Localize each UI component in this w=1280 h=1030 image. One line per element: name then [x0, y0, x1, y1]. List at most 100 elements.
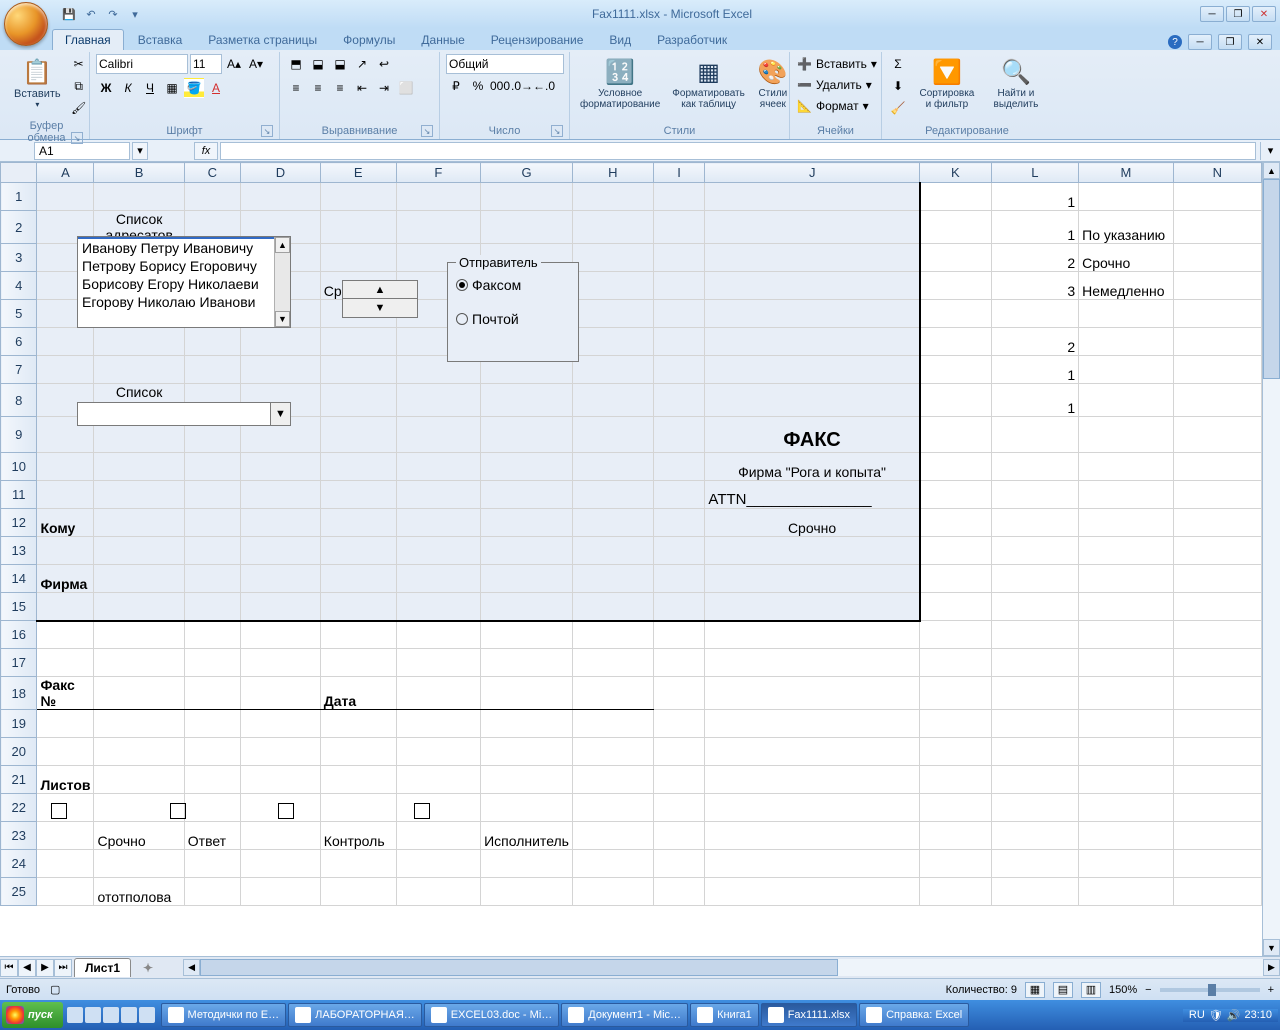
- cell[interactable]: [1173, 565, 1261, 593]
- conditional-formatting-button[interactable]: 🔢Условное форматирование: [576, 54, 664, 112]
- column-header[interactable]: A: [37, 163, 94, 183]
- cell[interactable]: [705, 244, 920, 272]
- cell[interactable]: [920, 850, 991, 878]
- paste-button[interactable]: 📋 Вставить ▾: [10, 54, 65, 111]
- column-header[interactable]: H: [572, 163, 653, 183]
- bold-button[interactable]: Ж: [96, 78, 116, 98]
- cell[interactable]: [653, 677, 705, 710]
- cell[interactable]: [920, 822, 991, 850]
- cell[interactable]: [920, 509, 991, 537]
- cell[interactable]: [1173, 509, 1261, 537]
- cell[interactable]: [991, 766, 1079, 794]
- cell[interactable]: [37, 738, 94, 766]
- cell[interactable]: [705, 565, 920, 593]
- cell[interactable]: [37, 621, 94, 649]
- column-header[interactable]: C: [184, 163, 240, 183]
- cell[interactable]: [184, 794, 240, 822]
- cell[interactable]: [653, 244, 705, 272]
- cell[interactable]: [705, 766, 920, 794]
- column-header[interactable]: F: [396, 163, 480, 183]
- cell[interactable]: [184, 328, 240, 356]
- cell[interactable]: [37, 822, 94, 850]
- cell[interactable]: [653, 621, 705, 649]
- cell[interactable]: [653, 710, 705, 738]
- cell[interactable]: [184, 677, 240, 710]
- cell[interactable]: [705, 211, 920, 244]
- macro-record-icon[interactable]: ▢: [50, 983, 60, 996]
- format-cells-button[interactable]: 📐Формат▾: [796, 96, 870, 116]
- spin-up-button[interactable]: ▲: [343, 281, 417, 299]
- cell[interactable]: [396, 384, 480, 417]
- cell[interactable]: [572, 878, 653, 906]
- column-header[interactable]: M: [1079, 163, 1174, 183]
- tab-insert[interactable]: Вставка: [126, 30, 195, 50]
- cell[interactable]: [705, 272, 920, 300]
- cell[interactable]: [705, 328, 920, 356]
- cell[interactable]: [653, 356, 705, 384]
- row-header[interactable]: 23: [1, 822, 37, 850]
- save-icon[interactable]: 💾: [60, 5, 78, 23]
- last-sheet-button[interactable]: ⏭: [54, 959, 72, 977]
- cell[interactable]: [481, 481, 573, 509]
- currency-button[interactable]: ₽: [446, 76, 466, 96]
- cell[interactable]: [320, 850, 396, 878]
- firm-combobox[interactable]: ▼: [77, 402, 291, 426]
- cell[interactable]: [991, 593, 1079, 621]
- row-header[interactable]: 25: [1, 878, 37, 906]
- name-box-dropdown[interactable]: ▾: [132, 142, 148, 160]
- ql-icon[interactable]: [139, 1007, 155, 1023]
- cell[interactable]: [94, 537, 184, 565]
- cell[interactable]: [991, 481, 1079, 509]
- column-header[interactable]: N: [1173, 163, 1261, 183]
- cell[interactable]: [653, 850, 705, 878]
- row-header[interactable]: 18: [1, 677, 37, 710]
- cell[interactable]: По указанию: [1079, 211, 1174, 244]
- cell[interactable]: [481, 794, 573, 822]
- cell[interactable]: [240, 509, 320, 537]
- cell[interactable]: [94, 677, 184, 710]
- cell[interactable]: [572, 453, 653, 481]
- row-header[interactable]: 12: [1, 509, 37, 537]
- office-button[interactable]: [4, 2, 48, 46]
- tab-page-layout[interactable]: Разметка страницы: [196, 30, 329, 50]
- cell[interactable]: [920, 710, 991, 738]
- cell[interactable]: Контроль: [320, 822, 396, 850]
- cell[interactable]: [572, 710, 653, 738]
- cell[interactable]: [705, 794, 920, 822]
- cell[interactable]: 2: [991, 244, 1079, 272]
- indent-decrease-button[interactable]: ⇤: [352, 78, 372, 98]
- ql-icon[interactable]: [67, 1007, 83, 1023]
- cell[interactable]: [1173, 677, 1261, 710]
- cell[interactable]: [653, 272, 705, 300]
- cell[interactable]: [396, 211, 480, 244]
- cell[interactable]: [653, 649, 705, 677]
- column-header[interactable]: K: [920, 163, 991, 183]
- ql-icon[interactable]: [85, 1007, 101, 1023]
- row-header[interactable]: 14: [1, 565, 37, 593]
- cell[interactable]: [705, 850, 920, 878]
- cell[interactable]: [94, 328, 184, 356]
- cell[interactable]: [320, 244, 396, 272]
- wrap-text-button[interactable]: ↩: [374, 54, 394, 74]
- cell[interactable]: [1173, 593, 1261, 621]
- cell[interactable]: [920, 649, 991, 677]
- close-button[interactable]: ✕: [1252, 6, 1276, 22]
- align-bottom-button[interactable]: ⬓: [330, 54, 350, 74]
- fx-button[interactable]: fx: [194, 142, 218, 160]
- list-item[interactable]: Петрову Борису Егоровичу: [78, 257, 290, 275]
- row-header[interactable]: 15: [1, 593, 37, 621]
- insert-sheet-button[interactable]: ✦: [133, 959, 163, 977]
- cell[interactable]: [1173, 481, 1261, 509]
- cell[interactable]: [572, 417, 653, 453]
- cell[interactable]: [396, 794, 480, 822]
- scroll-left-button[interactable]: ◀: [183, 959, 200, 976]
- cell[interactable]: [1173, 738, 1261, 766]
- cell[interactable]: 1: [991, 356, 1079, 384]
- cell[interactable]: [653, 766, 705, 794]
- font-color-button[interactable]: A: [206, 78, 226, 98]
- cell[interactable]: [94, 356, 184, 384]
- cell[interactable]: [396, 453, 480, 481]
- cell[interactable]: [396, 565, 480, 593]
- cell[interactable]: [1079, 621, 1174, 649]
- cell[interactable]: [37, 356, 94, 384]
